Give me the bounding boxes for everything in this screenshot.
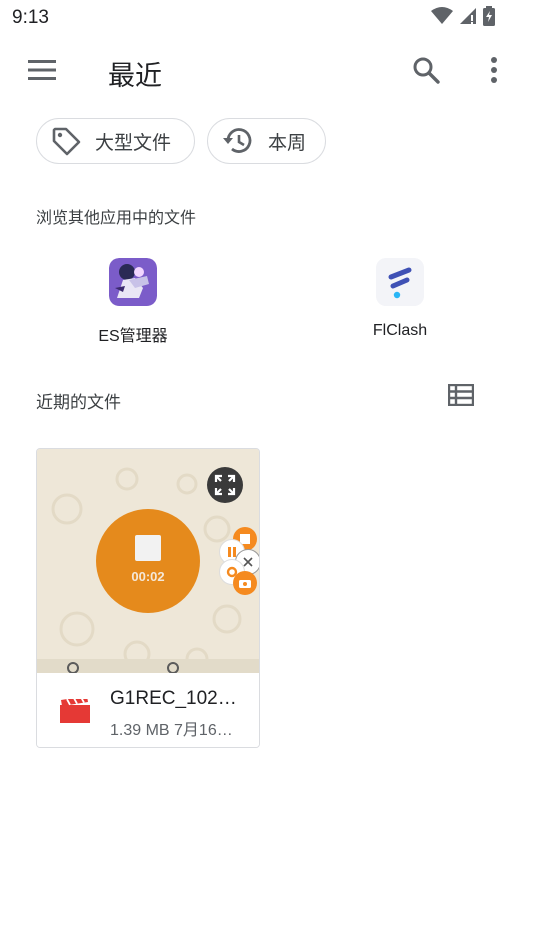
- es-manager-app-icon: [109, 258, 157, 306]
- app-bar: 最近: [0, 40, 533, 104]
- recording-timer: 00:02: [131, 569, 165, 584]
- recording-indicator: 00:02: [96, 509, 200, 613]
- status-bar: 9:13: [0, 0, 533, 36]
- flclash-app-icon: [376, 258, 424, 306]
- chip-large-files-label: 大型文件: [95, 132, 172, 154]
- status-time: 9:13: [12, 7, 49, 28]
- list-view-button[interactable]: [444, 380, 478, 414]
- file-info: G1REC_102… 1.39 MB 7月16…: [37, 673, 259, 747]
- chip-this-week-label: 本周: [268, 132, 307, 154]
- signal-icon: [459, 7, 477, 30]
- tag-icon: [51, 126, 81, 156]
- fullscreen-icon: [207, 467, 243, 503]
- file-card[interactable]: 00:02 G1REC_102… 1.39 MB 7月16…: [36, 448, 260, 748]
- stop-icon: [135, 535, 161, 561]
- search-icon: [412, 56, 440, 89]
- menu-button[interactable]: [22, 54, 62, 90]
- flclash-label: FlClash: [372, 322, 428, 339]
- video-file-icon: [60, 696, 90, 728]
- recent-section-title: 近期的文件: [36, 393, 121, 412]
- app-tile-es-manager[interactable]: ES管理器: [33, 258, 233, 346]
- history-icon: [222, 126, 254, 156]
- list-view-icon: [447, 383, 475, 411]
- chip-large-files[interactable]: 大型文件: [36, 118, 195, 164]
- hamburger-menu-icon: [28, 59, 56, 85]
- camera-float-icon: [233, 571, 257, 595]
- wifi-icon: [431, 7, 453, 30]
- search-button[interactable]: [405, 52, 447, 92]
- battery-icon: [483, 6, 495, 31]
- file-thumbnail: 00:02: [37, 449, 259, 673]
- more-options-button[interactable]: [476, 52, 512, 92]
- es-manager-label: ES管理器: [98, 328, 168, 345]
- app-tile-flclash[interactable]: FlClash: [300, 258, 500, 340]
- file-meta: 1.39 MB 7月16…: [110, 722, 233, 739]
- file-name: G1REC_102…: [110, 688, 237, 709]
- browse-section-title: 浏览其他应用中的文件: [36, 210, 197, 227]
- status-icons: [431, 6, 495, 31]
- more-vert-icon: [490, 56, 498, 88]
- chip-this-week[interactable]: 本周: [207, 118, 326, 164]
- page-title: 最近: [108, 61, 162, 91]
